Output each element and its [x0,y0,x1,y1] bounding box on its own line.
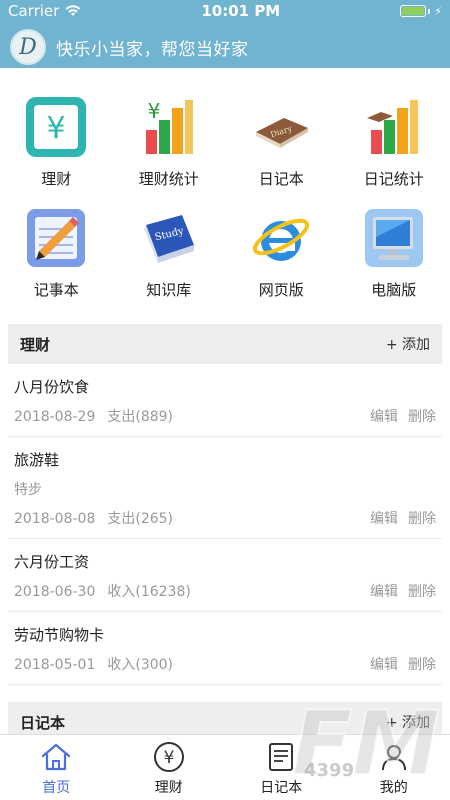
tab-label: 首页 [42,780,71,796]
list-item[interactable]: 旅游鞋 特步 2018-08-08 支出(265) 编辑 删除 [8,437,442,539]
diary-book-icon: Diary [250,96,312,158]
edit-button[interactable]: 编辑 [370,584,398,600]
edit-button[interactable]: 编辑 [370,511,398,527]
app-logo: D [10,29,46,65]
item-amount: 收入(300) [107,657,174,673]
grid-item-finance-stats[interactable]: ¥ 理财统计 [113,96,226,189]
tab-label: 理财 [154,780,183,796]
item-date: 2018-06-30 [14,584,96,600]
yen-circle-icon: ¥ [153,741,185,773]
status-bar: Carrier 10:01 PM ⚡ [0,0,450,22]
svg-text:¥: ¥ [147,99,160,123]
item-amount: 收入(16238) [107,584,191,600]
add-diary-button[interactable]: + 添加 [386,712,430,732]
battery-icon: ⚡ [400,5,442,18]
grid-item-desktop[interactable]: 电脑版 [338,207,450,300]
grid-label: 记事本 [33,281,79,299]
grid-label: 日记本 [258,170,304,188]
section-title: 日记本 [20,713,66,732]
tab-diary[interactable]: 日记本 [225,735,338,800]
tab-home[interactable]: 首页 [0,735,113,800]
edit-button[interactable]: 编辑 [370,657,398,673]
tab-label: 我的 [379,780,408,796]
delete-button[interactable]: 删除 [408,511,436,527]
grid-label: 电脑版 [371,281,417,299]
list-item[interactable]: 六月份工资 2018-06-30 收入(16238) 编辑 删除 [8,539,442,612]
finance-list: 八月份饮食 2018-08-29 支出(889) 编辑 删除 旅游鞋 特步 2018… [8,364,442,685]
carrier-label: Carrier [8,2,60,20]
grid-item-diary[interactable]: Diary 日记本 [225,96,338,189]
notebook-icon [265,741,297,773]
delete-button[interactable]: 删除 [408,584,436,600]
finance-section-header: 理财 + 添加 [8,324,442,364]
item-name: 旅游鞋 [14,451,60,469]
app-title: 快乐小当家，帮您当好家 [56,39,249,60]
grid-label: 理财统计 [138,170,199,188]
wifi-icon [65,5,81,17]
item-date: 2018-05-01 [14,657,96,673]
grid-item-web[interactable]: 网页版 [225,207,338,300]
svg-text:¥: ¥ [47,111,66,146]
grid-item-finance[interactable]: ¥ 理财 [0,96,113,189]
top-bar: Carrier 10:01 PM ⚡ D 快乐小当家，帮您当好家 [0,0,450,68]
edit-button[interactable]: 编辑 [370,409,398,425]
grid-label: 网页版 [258,281,304,299]
grid-item-diary-stats[interactable]: 日记统计 [338,96,450,189]
status-left: Carrier [8,2,81,20]
tab-label: 日记本 [260,780,303,796]
notepad-pencil-icon [25,207,87,269]
item-amount: 支出(889) [107,409,174,425]
grid-label: 日记统计 [363,170,424,188]
study-book-icon: Study [138,207,200,269]
svg-text:¥: ¥ [163,748,174,768]
internet-explorer-icon [250,207,312,269]
yen-square-icon: ¥ [25,96,87,158]
delete-button[interactable]: 删除 [408,409,436,425]
bar-chart-diary-icon [363,96,425,158]
item-amount: 支出(265) [107,511,174,527]
tab-bar: 首页 ¥ 理财 日记本 我的 [0,734,450,800]
user-icon [378,741,410,773]
grid-item-knowledge[interactable]: Study 知识库 [113,207,226,300]
item-note: 特步 [14,482,42,498]
grid-label: 理财 [41,170,72,188]
status-time: 10:01 PM [201,2,281,20]
item-date: 2018-08-29 [14,409,96,425]
list-item[interactable]: 八月份饮食 2018-08-29 支出(889) 编辑 删除 [8,364,442,437]
section-title: 理财 [20,335,51,354]
tab-finance[interactable]: ¥ 理财 [113,735,226,800]
app-header: D 快乐小当家，帮您当好家 [0,22,450,68]
home-icon [40,741,72,773]
delete-button[interactable]: 删除 [408,657,436,673]
tab-mine[interactable]: 我的 [338,735,450,800]
grid-item-notepad[interactable]: 记事本 [0,207,113,300]
item-date: 2018-08-08 [14,511,96,527]
add-finance-button[interactable]: + 添加 [386,334,430,354]
feature-grid: ¥ 理财 ¥ 理财统计 Diary 日记本 日记统计 记事本 Study 知识库… [0,68,450,300]
item-name: 劳动节购物卡 [14,626,105,644]
grid-label: 知识库 [146,281,192,299]
desktop-computer-icon [363,207,425,269]
item-name: 八月份饮食 [14,378,90,396]
list-item[interactable]: 劳动节购物卡 2018-05-01 收入(300) 编辑 删除 [8,612,442,685]
item-name: 六月份工资 [14,553,90,571]
bar-chart-yen-icon: ¥ [138,96,200,158]
